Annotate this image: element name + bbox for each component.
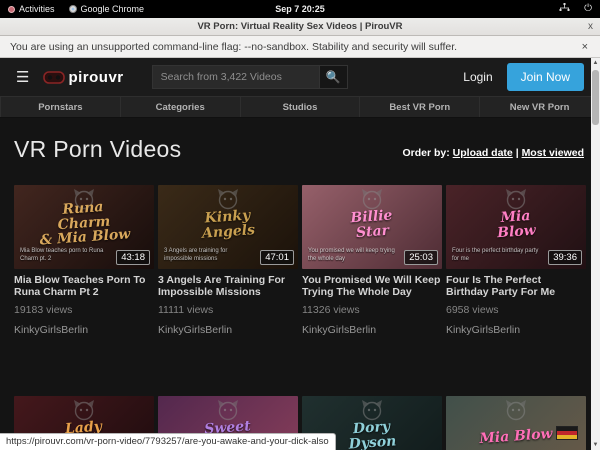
video-thumbnail[interactable]: Mia Blow Milf teaches the teacher some p… — [446, 396, 586, 450]
system-bar: Activities Google Chrome Sep 7 20:25 ⏻ — [0, 0, 600, 18]
video-studio-link[interactable]: KinkyGirlsBerlin — [446, 324, 586, 336]
recording-indicator-icon — [8, 6, 15, 13]
window-titlebar: VR Porn: Virtual Reality Sex Videos | Pi… — [0, 18, 600, 36]
duration-badge: 47:01 — [260, 250, 294, 265]
active-app-label: Google Chrome — [81, 4, 145, 14]
thumbnail-caption: You promised we will keep trying the who… — [308, 248, 398, 264]
video-views: 11326 views — [302, 304, 442, 316]
activities-label: Activities — [19, 4, 55, 14]
video-card[interactable]: Mia Blow Milf teaches the teacher some p… — [446, 396, 586, 450]
video-card[interactable]: Runa Charm & Mia Blow Mia Blow teaches p… — [14, 185, 154, 336]
order-by: Order by: Upload date | Most viewed — [402, 147, 584, 163]
studio-cat-mask-icon — [216, 188, 240, 210]
window-close-button[interactable]: x — [588, 21, 593, 32]
studio-cat-mask-icon — [72, 399, 96, 421]
order-most-viewed-link[interactable]: Most viewed — [522, 147, 584, 159]
activities-button[interactable]: Activities — [8, 4, 55, 14]
network-icon[interactable] — [559, 3, 570, 16]
video-card[interactable]: Kinky Angels 3 Angels are training for i… — [158, 185, 298, 336]
video-thumbnail[interactable]: Mia Blow Four is the perfect birthday pa… — [446, 185, 586, 269]
search-icon: 🔍 — [326, 70, 341, 84]
video-studio-link[interactable]: KinkyGirlsBerlin — [158, 324, 298, 336]
video-grid: Runa Charm & Mia Blow Mia Blow teaches p… — [0, 177, 600, 450]
status-bar-url: https://pirouvr.com/vr-porn-video/779325… — [0, 433, 336, 450]
site-logo-text: pirouvr — [68, 69, 123, 86]
video-studio-link[interactable]: KinkyGirlsBerlin — [14, 324, 154, 336]
infobar-message: You are using an unsupported command-lin… — [10, 41, 457, 53]
video-card[interactable]: Billie Star You promised we will keep tr… — [302, 185, 442, 336]
site-header: ☰ pirouvr 🔍 Login Join Now — [0, 58, 600, 96]
video-studio-link[interactable]: KinkyGirlsBerlin — [302, 324, 442, 336]
browser-viewport: ☰ pirouvr 🔍 Login Join Now Pornstars Cat… — [0, 58, 600, 450]
order-upload-date-link[interactable]: Upload date — [453, 147, 513, 159]
nav-item-best-vr[interactable]: Best VR Porn — [360, 97, 480, 117]
active-app-menu[interactable]: Google Chrome — [69, 4, 145, 14]
video-title-link[interactable]: 3 Angels Are Training For Impossible Mis… — [158, 274, 298, 299]
studio-cat-mask-icon — [360, 188, 384, 210]
thumbnail-caption: Mia Blow teaches porn to Runa Charm pt. … — [20, 248, 110, 264]
nav-item-studios[interactable]: Studios — [241, 97, 361, 117]
video-thumbnail[interactable]: Runa Charm & Mia Blow Mia Blow teaches p… — [14, 185, 154, 269]
vertical-scrollbar[interactable]: ▲ ▼ — [591, 58, 600, 450]
thumbnail-caption: 3 Angels are training for impossible mis… — [164, 248, 254, 264]
search-input[interactable] — [152, 65, 320, 89]
clock[interactable]: Sep 7 20:25 — [275, 4, 325, 14]
search-form: 🔍 — [152, 65, 348, 89]
video-thumbnail[interactable]: Billie Star You promised we will keep tr… — [302, 185, 442, 269]
scroll-up-icon[interactable]: ▲ — [591, 58, 600, 68]
vr-headset-icon — [43, 71, 65, 84]
video-views: 6958 views — [446, 304, 586, 316]
studio-cat-mask-icon — [360, 399, 384, 421]
thumbnail-caption: Four is the perfect birthday party for m… — [452, 248, 542, 264]
main-nav: Pornstars Categories Studios Best VR Por… — [0, 96, 600, 118]
video-title-link[interactable]: Mia Blow Teaches Porn To Runa Charm Pt 2 — [14, 274, 154, 299]
join-now-button[interactable]: Join Now — [507, 63, 584, 91]
window-title: VR Porn: Virtual Reality Sex Videos | Pi… — [197, 21, 402, 32]
page-title: VR Porn Videos — [14, 136, 181, 163]
thumbnail-overlay-title: Billie Star — [302, 205, 442, 244]
chrome-infobar: You are using an unsupported command-lin… — [0, 36, 600, 58]
nav-item-categories[interactable]: Categories — [121, 97, 241, 117]
duration-badge: 43:18 — [116, 250, 150, 265]
login-link[interactable]: Login — [463, 70, 492, 84]
duration-badge: 39:36 — [548, 250, 582, 265]
infobar-close-icon[interactable]: × — [582, 41, 588, 53]
search-button[interactable]: 🔍 — [320, 65, 348, 89]
video-title-link[interactable]: Four Is The Perfect Birthday Party For M… — [446, 274, 586, 299]
site-logo[interactable]: pirouvr — [43, 69, 123, 86]
thumbnail-overlay-title: Mia Blow — [446, 205, 586, 244]
nav-item-new-vr[interactable]: New VR Porn — [480, 97, 600, 117]
studio-cat-mask-icon — [504, 399, 528, 421]
video-views: 19183 views — [14, 304, 154, 316]
scrollbar-thumb[interactable] — [592, 70, 599, 125]
thumbnail-overlay-title: Runa Charm & Mia Blow — [14, 197, 154, 251]
order-by-label: Order by: — [402, 147, 449, 159]
thumbnail-overlay-title: Mia Blow — [446, 424, 586, 448]
duration-badge: 25:03 — [404, 250, 438, 265]
scroll-down-icon[interactable]: ▼ — [591, 440, 600, 450]
order-separator: | — [516, 147, 519, 159]
nav-item-pornstars[interactable]: Pornstars — [0, 97, 121, 117]
video-thumbnail[interactable]: Kinky Angels 3 Angels are training for i… — [158, 185, 298, 269]
menu-icon[interactable]: ☰ — [16, 70, 29, 85]
video-views: 11111 views — [158, 304, 298, 316]
thumbnail-overlay-title: Kinky Angels — [158, 205, 298, 244]
chrome-app-icon — [69, 5, 77, 13]
video-card[interactable]: Mia Blow Four is the perfect birthday pa… — [446, 185, 586, 336]
studio-cat-mask-icon — [216, 399, 240, 421]
power-icon[interactable]: ⏻ — [584, 4, 592, 14]
studio-cat-mask-icon — [504, 188, 528, 210]
video-title-link[interactable]: You Promised We Will Keep Trying The Who… — [302, 274, 442, 299]
